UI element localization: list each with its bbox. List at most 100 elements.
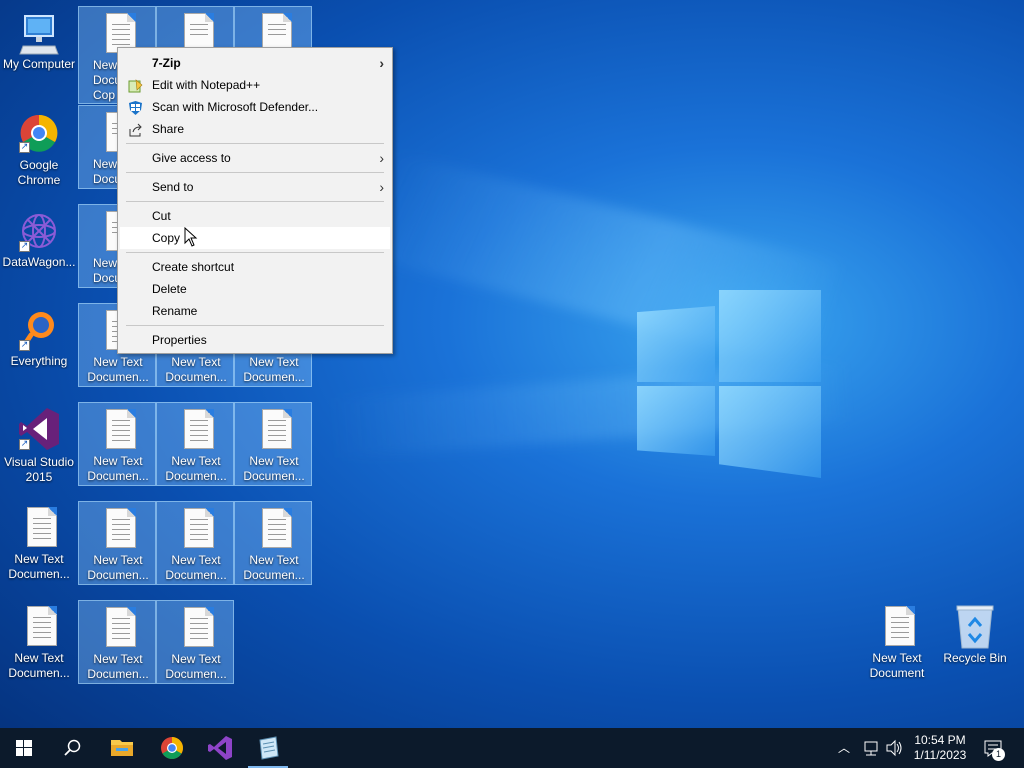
taskbar-visual-studio[interactable] (196, 728, 244, 768)
visual-studio-icon (208, 736, 232, 760)
text-document-icon (254, 506, 294, 552)
desktop[interactable]: My Computer ↗ Google Chrome ↗ DataWagon.… (0, 0, 1024, 728)
menu-item-scan-defender[interactable]: Scan with Microsoft Defender... (120, 96, 390, 118)
start-button[interactable] (0, 728, 48, 768)
menu-item-share[interactable]: Share (120, 118, 390, 140)
desktop-icon-text-document[interactable]: New Text Documen... (78, 600, 156, 684)
action-center-button[interactable]: 1 (980, 728, 1010, 768)
menu-item-label: Cut (152, 209, 171, 223)
desktop-icon-text-document[interactable]: New Text Documen... (234, 501, 312, 585)
chevron-right-icon: › (379, 150, 384, 166)
taskbar-clock[interactable]: 10:54 PM 1/11/2023 (908, 728, 972, 768)
desktop-icon-label: My Computer (2, 57, 76, 71)
desktop-icon-text-document[interactable]: New Text Documen... (78, 501, 156, 585)
menu-item-edit-notepadpp[interactable]: Edit with Notepad++ (120, 74, 390, 96)
shortcut-arrow-icon: ↗ (19, 241, 30, 252)
menu-item-label: Edit with Notepad++ (152, 78, 261, 92)
text-document-icon (98, 506, 138, 552)
desktop-icon-label: Recycle Bin (943, 651, 1007, 665)
desktop-icon-text-document[interactable]: New Text Documen... (234, 402, 312, 486)
menu-item-properties[interactable]: Properties (120, 329, 390, 351)
menu-item-copy[interactable]: Copy (120, 227, 390, 249)
desktop-icon-datawagon[interactable]: ↗ DataWagon... (0, 204, 78, 288)
text-document-icon (19, 604, 59, 650)
menu-item-label: Share (152, 122, 185, 136)
tray-network-button[interactable] (862, 728, 880, 768)
shortcut-arrow-icon: ↗ (19, 439, 30, 450)
desktop-icon-label: New Text Documen... (243, 355, 305, 384)
desktop-icon-label: New Text Document (869, 651, 925, 680)
desktop-icon-my-computer[interactable]: My Computer (0, 6, 78, 90)
chevron-right-icon: › (379, 55, 384, 71)
menu-separator (126, 172, 384, 173)
search-button[interactable] (48, 728, 96, 768)
desktop-icon-text-document[interactable]: New Text Documen... (156, 600, 234, 684)
desktop-icon-text-document[interactable]: New Text Documen... (78, 402, 156, 486)
windows-logo-pane (637, 306, 715, 382)
notepad-plus-icon (128, 78, 143, 93)
desktop-icon-text-document[interactable]: New Text Documen... (156, 501, 234, 585)
desktop-icon-everything[interactable]: ↗ Everything (0, 303, 78, 387)
desktop-icon-label: New Text Documen... (8, 651, 70, 680)
search-icon (64, 739, 81, 756)
taskbar-chrome[interactable] (148, 728, 196, 768)
tray-volume-button[interactable] (884, 728, 904, 768)
text-document-icon (254, 407, 294, 453)
desktop-icon-label: New Text Documen... (87, 454, 149, 483)
network-icon (864, 741, 878, 756)
menu-item-create-shortcut[interactable]: Create shortcut (120, 256, 390, 278)
tray-overflow-button[interactable]: ︿ (838, 728, 856, 768)
menu-item-send-to[interactable]: Send to › (120, 176, 390, 198)
desktop-icon-text-document[interactable]: New Text Documen... (156, 402, 234, 486)
text-document-icon (877, 604, 917, 650)
desktop-icon-label: New Text Documen... (243, 553, 305, 582)
desktop-icon-visual-studio[interactable]: ↗ Visual Studio 2015 (0, 402, 78, 492)
menu-item-label: Properties (152, 333, 207, 347)
menu-item-label: Delete (152, 282, 187, 296)
menu-separator (126, 143, 384, 144)
desktop-icon-label: New Text Documen... (165, 652, 227, 681)
desktop-icon-label: Google Chrome (17, 158, 61, 187)
taskbar-file-explorer[interactable] (98, 728, 146, 768)
menu-item-rename[interactable]: Rename (120, 300, 390, 322)
desktop-icon-text-document[interactable]: New Text Documen... (0, 501, 78, 585)
defender-icon (128, 100, 143, 115)
windows-logo-pane (719, 290, 821, 382)
datawagon-icon: ↗ (19, 208, 59, 254)
clock-date: 1/11/2023 (913, 748, 967, 762)
menu-item-delete[interactable]: Delete (120, 278, 390, 300)
share-icon (128, 122, 143, 137)
chevron-up-icon: ︿ (838, 741, 851, 755)
menu-item-give-access[interactable]: Give access to › (120, 147, 390, 169)
menu-item-label: 7-Zip (152, 56, 181, 70)
windows-logo-pane (719, 386, 821, 478)
desktop-icon-label: New Text Documen... (87, 355, 149, 384)
menu-separator (126, 252, 384, 253)
desktop-icon-text-document[interactable]: New Text Documen... (0, 600, 78, 684)
menu-item-label: Give access to (152, 151, 231, 165)
desktop-icon-text-document[interactable]: New Text Document (858, 600, 936, 684)
chevron-right-icon: › (379, 179, 384, 195)
desktop-icon-label: New Text Documen... (87, 553, 149, 582)
desktop-icon-recycle-bin[interactable]: Recycle Bin (936, 600, 1014, 684)
windows-logo-pane (637, 386, 715, 456)
desktop-icon-label: Everything (10, 354, 68, 368)
menu-separator (126, 325, 384, 326)
context-menu: 7-Zip › Edit with Notepad++ Scan with Mi… (117, 47, 393, 354)
chrome-icon: ↗ (19, 109, 59, 155)
clock-time: 10:54 PM (914, 733, 966, 747)
file-explorer-icon (111, 740, 133, 756)
desktop-icon-google-chrome[interactable]: ↗ Google Chrome (0, 105, 78, 195)
taskbar: ︿ 10:54 PM 1/11/2023 1 (0, 728, 1024, 768)
shortcut-arrow-icon: ↗ (19, 142, 30, 153)
menu-item-cut[interactable]: Cut (120, 205, 390, 227)
menu-item-label: Send to (152, 180, 194, 194)
menu-item-7zip[interactable]: 7-Zip › (120, 52, 390, 74)
taskbar-notepad[interactable] (244, 728, 292, 768)
desktop-icon-label: New Text Documen... (165, 553, 227, 582)
visual-studio-icon: ↗ (19, 406, 59, 452)
desktop-icon-label: New Text Documen... (87, 652, 149, 681)
desktop-icon-label: New Text Documen... (165, 454, 227, 483)
menu-item-label: Copy (152, 231, 181, 245)
menu-item-label: Create shortcut (152, 260, 235, 274)
